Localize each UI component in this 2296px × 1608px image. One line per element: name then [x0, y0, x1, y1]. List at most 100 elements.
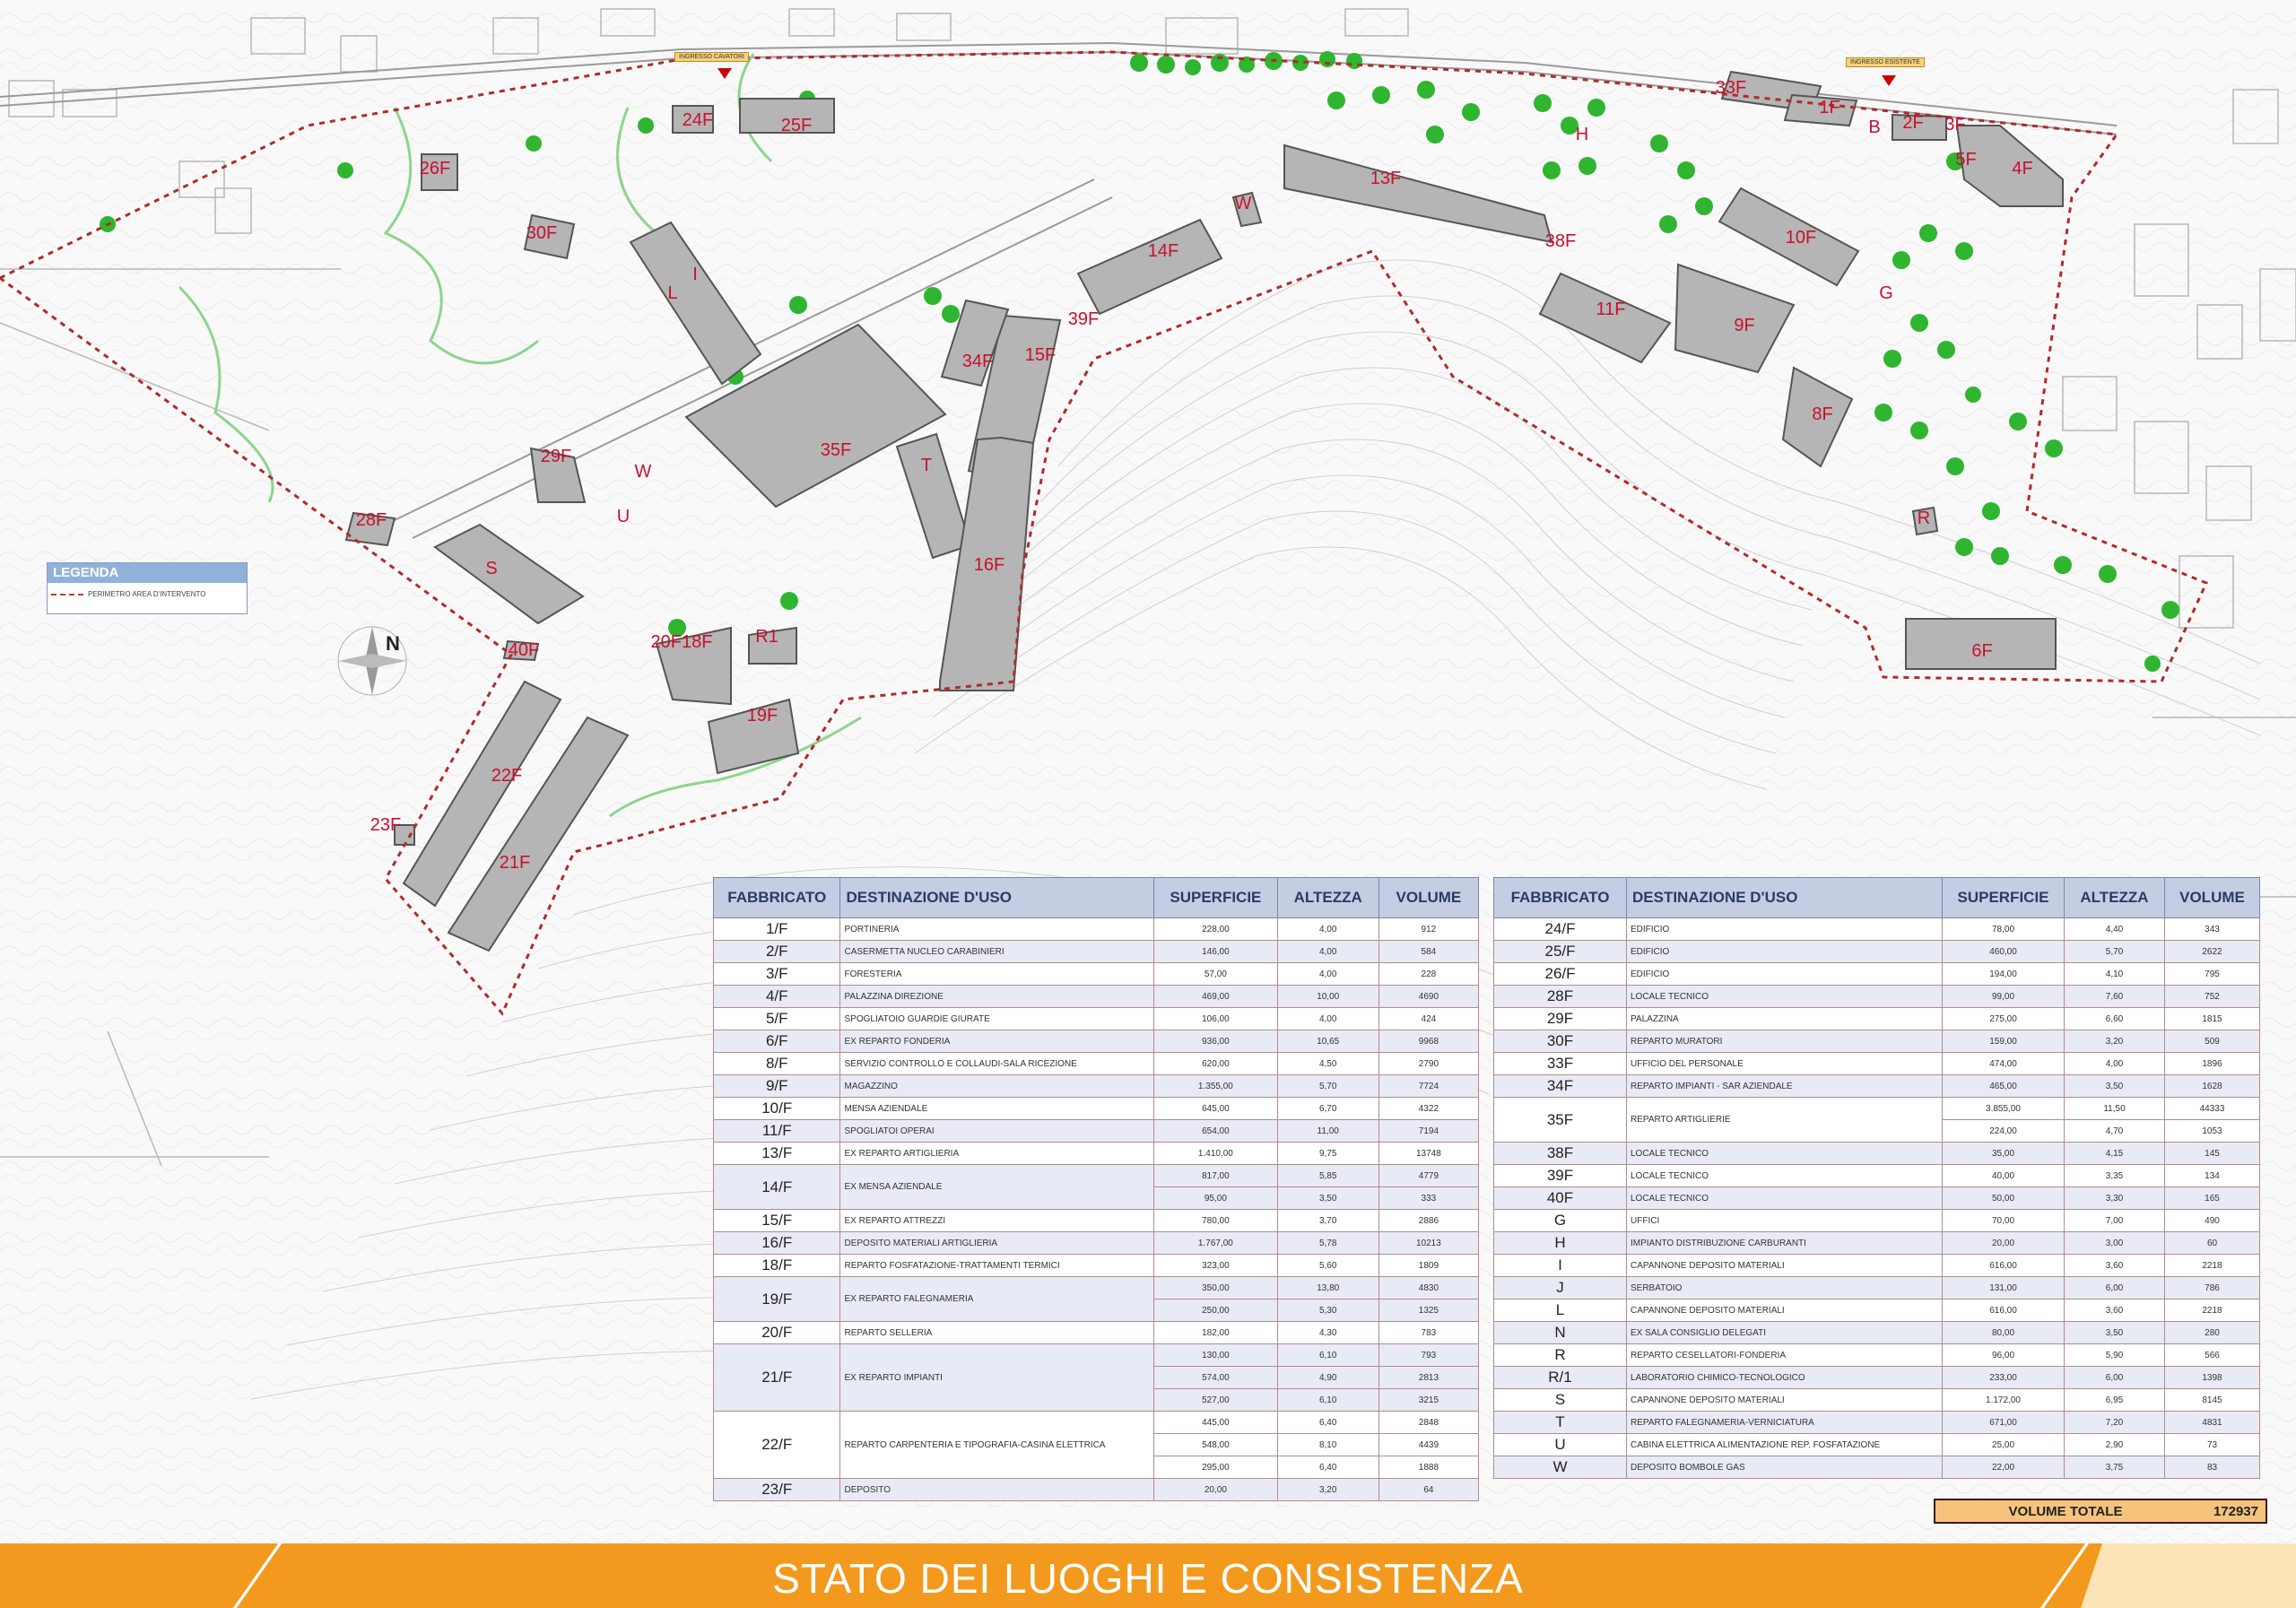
building-label: 9F: [1734, 316, 1754, 335]
cell-volume: 333: [1378, 1186, 1480, 1210]
cell-superficie: 194,00: [1942, 962, 2065, 986]
cell-altezza: 4,15: [2064, 1142, 2165, 1165]
cell-destinazione: CASERMETTA NUCLEO CARABINIERI: [839, 940, 1155, 963]
table-row: U CABINA ELETTRICA ALIMENTAZIONE REP. FOS…: [1493, 1433, 2260, 1456]
building-label: 10F: [1786, 228, 1816, 248]
cell-fabbricato: 25/F: [1493, 940, 1627, 963]
building-label: 1F: [1819, 98, 1839, 117]
cell-volume: 4322: [1378, 1097, 1480, 1120]
cell-superficie: 671,00: [1942, 1411, 2065, 1434]
cell-altezza: 3,35: [2064, 1164, 2165, 1187]
header-fabbricato: FABBRICATO: [1493, 877, 1627, 918]
cell-superficie: 350,00: [1153, 1276, 1278, 1299]
table-row: 14/F EX MENSA AZIENDALE 817,00 5,85 4779: [712, 1164, 1480, 1210]
cell-fabbricato: T: [1493, 1411, 1627, 1434]
building-label: 2F: [1902, 113, 1923, 133]
building-label: R: [1918, 508, 1930, 528]
cell-fabbricato: 33F: [1493, 1052, 1627, 1075]
cell-destinazione: LOCALE TECNICO: [1626, 985, 1943, 1008]
cell-fabbricato: 1/F: [712, 917, 841, 941]
building-label: 19F: [747, 706, 778, 726]
cell-volume: 10213: [1378, 1231, 1480, 1255]
building-label: G: [1879, 283, 1893, 303]
cell-superficie: 1.355,00: [1153, 1074, 1278, 1098]
cell-superficie: 224,00: [1942, 1119, 2065, 1143]
legend-title: LEGENDA: [48, 563, 247, 583]
cell-superficie: 1.410,00: [1153, 1142, 1278, 1165]
building-label: 15F: [1025, 345, 1056, 365]
cell-fabbricato: L: [1493, 1299, 1627, 1322]
cell-altezza: 3,60: [2064, 1254, 2165, 1277]
building-label: 39F: [1068, 309, 1099, 329]
cell-fabbricato: 8/F: [712, 1052, 841, 1075]
cell-altezza: 4,00: [1276, 1007, 1379, 1030]
cell-destinazione: FORESTERIA: [839, 962, 1155, 986]
table-row: 24/F EDIFICIO 78,00 4,40 343: [1493, 917, 2260, 941]
cell-volume: 4831: [2164, 1411, 2260, 1434]
footer-banner: STATO DEI LUOGHI E CONSISTENZA: [0, 1543, 2296, 1608]
cell-volume: 3215: [1378, 1388, 1480, 1412]
cell-volume: 343: [2164, 917, 2260, 941]
cell-destinazione: REPARTO ARTIGLIERIE: [1626, 1097, 1943, 1143]
cell-superficie: 574,00: [1153, 1366, 1278, 1389]
cell-fabbricato: 28F: [1493, 985, 1627, 1008]
cell-fabbricato: W: [1493, 1456, 1627, 1479]
cell-superficie: 25,00: [1942, 1433, 2065, 1456]
table-row: 25/F EDIFICIO 460,00 5,70 2622: [1493, 940, 2260, 963]
building-label: B: [1868, 117, 1880, 137]
cell-superficie: 99,00: [1942, 985, 2065, 1008]
cell-volume: 912: [1378, 917, 1480, 941]
cell-altezza: 10,00: [1276, 985, 1379, 1008]
cell-superficie: 50,00: [1942, 1186, 2065, 1210]
building-label: H: [1576, 125, 1588, 144]
cell-superficie: 78,00: [1942, 917, 2065, 941]
cell-destinazione: REPARTO MURATORI: [1626, 1030, 1943, 1053]
cell-fabbricato: 39F: [1493, 1164, 1627, 1187]
cell-superficie: 817,00: [1153, 1164, 1278, 1187]
cell-volume: 1325: [1378, 1299, 1480, 1322]
cell-volume: 7194: [1378, 1119, 1480, 1143]
cell-fabbricato: G: [1493, 1209, 1627, 1232]
buildings-table-right: FABBRICATO DESTINAZIONE D'USO SUPERFICIE…: [1493, 877, 2260, 1479]
cell-altezza: 3,30: [2064, 1186, 2165, 1210]
cell-fabbricato: 15/F: [712, 1209, 841, 1232]
cell-fabbricato: 14/F: [712, 1164, 841, 1210]
cell-fabbricato: 18/F: [712, 1254, 841, 1277]
cell-volume: 2790: [1378, 1052, 1480, 1075]
building-label: 20F18F: [651, 632, 713, 652]
cell-altezza: 4,00: [1276, 940, 1379, 963]
cell-destinazione: EX REPARTO FONDERIA: [839, 1030, 1155, 1053]
cell-volume: 1896: [2164, 1052, 2260, 1075]
table-row: 20/F REPARTO SELLERIA 182,00 4,30 783: [712, 1321, 1480, 1344]
cell-superficie: 3.855,00: [1942, 1097, 2065, 1120]
cell-volume: 752: [2164, 985, 2260, 1008]
legend-item-label: PERIMETRO AREA D'INTERVENTO: [88, 590, 206, 598]
cell-superficie: 228,00: [1153, 917, 1278, 941]
table-row: I CAPANNONE DEPOSITO MATERIALI 616,00 3,60 2…: [1493, 1254, 2260, 1277]
table-row: L CAPANNONE DEPOSITO MATERIALI 616,00 3,60 2…: [1493, 1299, 2260, 1322]
cell-destinazione: MENSA AZIENDALE: [839, 1097, 1155, 1120]
cell-altezza: 6,00: [2064, 1366, 2165, 1389]
cell-altezza: 4,50: [1276, 1052, 1379, 1075]
building-label: W: [635, 462, 652, 482]
cell-destinazione: REPARTO IMPIANTI - SAR AZIENDALE: [1626, 1074, 1943, 1098]
cell-destinazione: LABORATORIO CHIMICO-TECNOLOGICO: [1626, 1366, 1943, 1389]
cell-destinazione: PALAZZINA: [1626, 1007, 1943, 1030]
cell-fabbricato: 9/F: [712, 1074, 841, 1098]
cell-volume: 509: [2164, 1030, 2260, 1053]
cell-destinazione: DEPOSITO: [839, 1478, 1155, 1501]
header-destinazione: DESTINAZIONE D'USO: [839, 877, 1155, 918]
cell-fabbricato: I: [1493, 1254, 1627, 1277]
header-volume: VOLUME: [1378, 877, 1480, 918]
building-label: 3F: [1944, 115, 1965, 135]
building-label: 26F: [420, 159, 450, 178]
cell-fabbricato: 23/F: [712, 1478, 841, 1501]
footer-title: STATO DEI LUOGHI E CONSISTENZA: [772, 1555, 1524, 1602]
cell-superficie: 146,00: [1153, 940, 1278, 963]
cell-fabbricato: 4/F: [712, 985, 841, 1008]
cell-fabbricato: J: [1493, 1276, 1627, 1299]
buildings-table-left: FABBRICATO DESTINAZIONE D'USO SUPERFICIE…: [712, 877, 1480, 1501]
header-volume: VOLUME: [2164, 877, 2260, 918]
cell-altezza: 3,20: [1276, 1478, 1379, 1501]
cell-fabbricato: 16/F: [712, 1231, 841, 1255]
